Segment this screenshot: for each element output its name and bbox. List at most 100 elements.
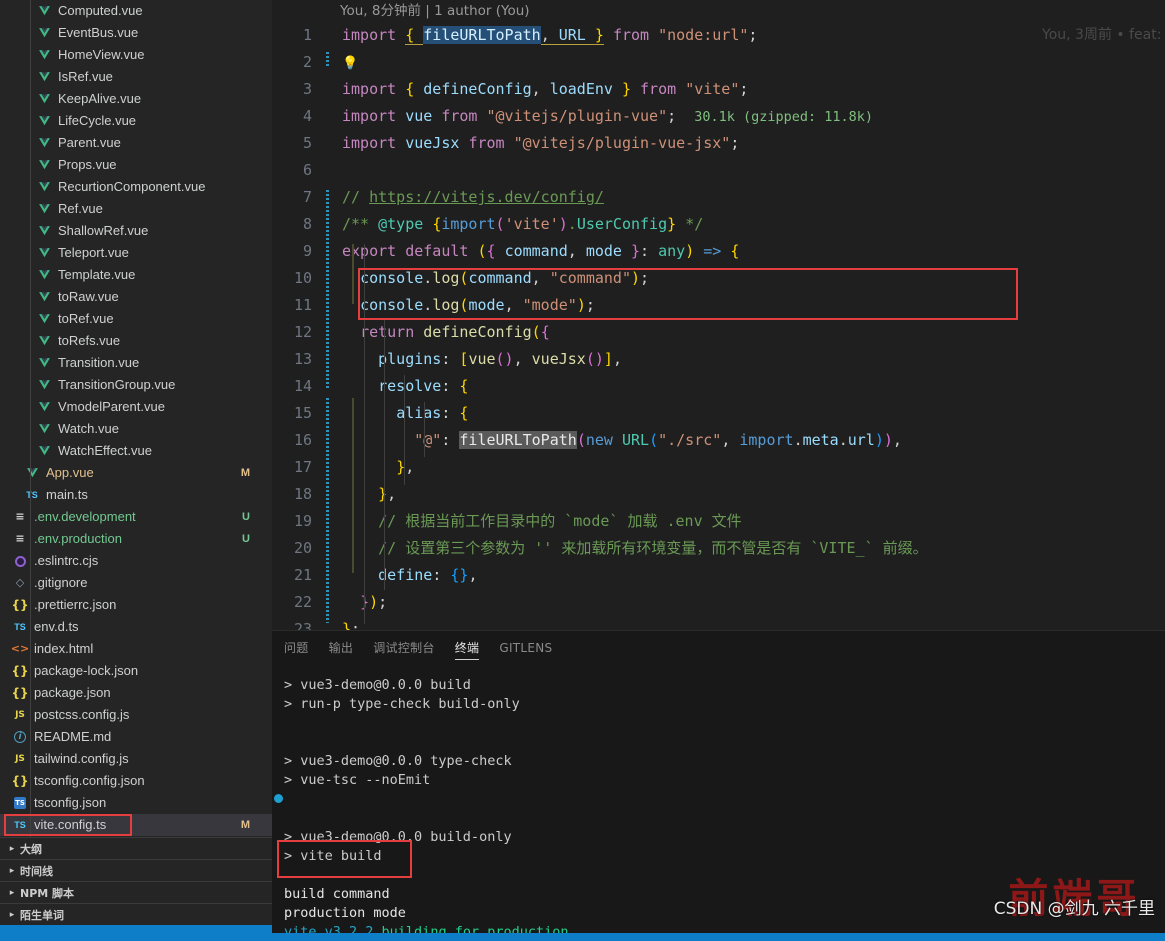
tree-item-vite-config-ts[interactable]: TS vite.config.ts M: [0, 814, 272, 836]
code-line[interactable]: 17 },: [272, 454, 1165, 481]
explorer-sidebar: Computed.vue EventBus.vue HomeView.vue IsRe…: [0, 0, 272, 933]
tree-item-parent-vue[interactable]: Parent.vue: [0, 132, 272, 154]
code-line[interactable]: 4 import vue from "@vitejs/plugin-vue"; 3…: [272, 103, 1165, 130]
panel-tab-1[interactable]: 输出: [329, 631, 354, 666]
code-line[interactable]: 20 // 设置第三个参数为 '' 来加载所有环境变量，而不管是否有 `VITE…: [272, 535, 1165, 562]
tree-item-app-vue[interactable]: App.vue M: [0, 462, 272, 484]
terminal-output[interactable]: > vue3-demo@0.0.0 build > run-p type-chec…: [272, 666, 1165, 933]
code-line[interactable]: 16 "@": fileURLToPath(new URL("./src", i…: [272, 427, 1165, 454]
tree-item-watcheffect-vue[interactable]: WatchEffect.vue: [0, 440, 272, 462]
tree-item--gitignore[interactable]: ◇ .gitignore: [0, 572, 272, 594]
tree-item-label: tsconfig.json: [34, 795, 107, 810]
code-line[interactable]: 3 import { defineConfig, loadEnv } from "…: [272, 76, 1165, 103]
panel-tab-2[interactable]: 调试控制台: [373, 631, 435, 666]
tree-item-toraw-vue[interactable]: toRaw.vue: [0, 286, 272, 308]
code-line[interactable]: 7 // https://vitejs.dev/config/: [272, 184, 1165, 211]
code-line[interactable]: 14 resolve: {: [272, 373, 1165, 400]
tree-item-transition-vue[interactable]: Transition.vue: [0, 352, 272, 374]
code-line[interactable]: 6: [272, 157, 1165, 184]
tree-item-label: Parent.vue: [58, 135, 121, 150]
tree-item-vmodelparent-vue[interactable]: VmodelParent.vue: [0, 396, 272, 418]
tree-item-index-html[interactable]: <> index.html: [0, 638, 272, 660]
tree-item-tailwind-config-js[interactable]: JS tailwind.config.js: [0, 748, 272, 770]
tree-item-teleport-vue[interactable]: Teleport.vue: [0, 242, 272, 264]
tree-item-recurtioncomponent-vue[interactable]: RecurtionComponent.vue: [0, 176, 272, 198]
code-line[interactable]: 9 export default ({ command, mode }: any)…: [272, 238, 1165, 265]
sidebar-section-label: 时间线: [20, 864, 53, 878]
tree-item-transitiongroup-vue[interactable]: TransitionGroup.vue: [0, 374, 272, 396]
tree-item-label: tsconfig.config.json: [34, 773, 145, 788]
code-line[interactable]: 15 alias: {: [272, 400, 1165, 427]
tree-item--prettierrc-json[interactable]: {} .prettierrc.json: [0, 594, 272, 616]
tree-item-watch-vue[interactable]: Watch.vue: [0, 418, 272, 440]
tree-item-yarn-lock[interactable]: ♟yarn.lock: [0, 836, 272, 838]
tree-item-env-d-ts[interactable]: TS env.d.ts: [0, 616, 272, 638]
line-number: 13: [293, 350, 312, 368]
indent-guide: [30, 198, 31, 220]
code-line[interactable]: 10 console.log(command, "command");: [272, 265, 1165, 292]
vue-icon: [36, 113, 52, 129]
tree-item-package-lock-json[interactable]: {} package-lock.json: [0, 660, 272, 682]
tree-item-label: RecurtionComponent.vue: [58, 179, 206, 194]
code-line[interactable]: 5 import vueJsx from "@vitejs/plugin-vue-…: [272, 130, 1165, 157]
tree-item--env-production[interactable]: ≡ .env.production U: [0, 528, 272, 550]
tsj-icon: TS: [14, 797, 26, 809]
indent-guide: [30, 748, 31, 770]
tree-item-torefs-vue[interactable]: toRefs.vue: [0, 330, 272, 352]
tree-item-shallowref-vue[interactable]: ShallowRef.vue: [0, 220, 272, 242]
code-line[interactable]: 13 plugins: [vue(), vueJsx()],: [272, 346, 1165, 373]
code-lines[interactable]: 1 import { fileURLToPath, URL } from "nod…: [272, 22, 1165, 630]
code-line[interactable]: 19 // 根据当前工作目录中的 `mode` 加载 .env 文件: [272, 508, 1165, 535]
terminal-line: vite v3.2.2 building for production...: [284, 924, 593, 933]
tree-item-isref-vue[interactable]: IsRef.vue: [0, 66, 272, 88]
code-line[interactable]: 18 },: [272, 481, 1165, 508]
code-line[interactable]: 2 💡: [272, 49, 1165, 76]
sidebar-section-3[interactable]: ▸ 陌生单词: [0, 903, 272, 925]
tree-item-label: postcss.config.js: [34, 707, 130, 722]
line-number: 16: [293, 431, 312, 449]
tree-item--env-development[interactable]: ≡ .env.development U: [0, 506, 272, 528]
tree-item-eventbus-vue[interactable]: EventBus.vue: [0, 22, 272, 44]
tree-item-readme-md[interactable]: i README.md: [0, 726, 272, 748]
tree-item-postcss-config-js[interactable]: JS postcss.config.js: [0, 704, 272, 726]
tree-item-homeview-vue[interactable]: HomeView.vue: [0, 44, 272, 66]
file-tree[interactable]: Computed.vue EventBus.vue HomeView.vue IsRe…: [0, 0, 272, 838]
sidebar-section-1[interactable]: ▸ 时间线: [0, 859, 272, 881]
code-line[interactable]: 11 console.log(mode, "mode");: [272, 292, 1165, 319]
tree-item-tsconfig-json[interactable]: TS tsconfig.json: [0, 792, 272, 814]
tree-item-tsconfig-config-json[interactable]: {} tsconfig.config.json: [0, 770, 272, 792]
code-line[interactable]: 12 return defineConfig({: [272, 319, 1165, 346]
tree-item-label: .env.development: [34, 509, 136, 524]
panel-tab-3[interactable]: 终端: [454, 631, 480, 666]
code-line[interactable]: 8 /** @type {import('vite').UserConfig} *…: [272, 211, 1165, 238]
tree-item-computed-vue[interactable]: Computed.vue: [0, 0, 272, 22]
line-number: 20: [293, 539, 312, 557]
code-editor[interactable]: You, 8分钟前 | 1 author (You) 1 import { fil…: [272, 0, 1165, 630]
tree-item-props-vue[interactable]: Props.vue: [0, 154, 272, 176]
code-line[interactable]: 21 define: {},: [272, 562, 1165, 589]
sidebar-section-0[interactable]: ▸ 大纲: [0, 837, 272, 859]
code-text: resolve: {: [378, 377, 469, 395]
code-line[interactable]: 22 });: [272, 589, 1165, 616]
sidebar-section-2[interactable]: ▸ NPM 脚本: [0, 881, 272, 903]
tree-item-template-vue[interactable]: Template.vue: [0, 264, 272, 286]
panel-tab-0[interactable]: 问题: [284, 631, 309, 666]
tree-item-label: toRef.vue: [58, 311, 114, 326]
line-number: 17: [293, 458, 312, 476]
tree-item--eslintrc-cjs[interactable]: .eslintrc.cjs: [0, 550, 272, 572]
tree-item-label: .env.production: [34, 531, 122, 546]
code-line[interactable]: 1 import { fileURLToPath, URL } from "nod…: [272, 22, 1165, 49]
tree-item-toref-vue[interactable]: toRef.vue: [0, 308, 272, 330]
tree-item-keepalive-vue[interactable]: KeepAlive.vue: [0, 88, 272, 110]
code-line[interactable]: 23};: [272, 616, 1165, 630]
tree-item-lifecycle-vue[interactable]: LifeCycle.vue: [0, 110, 272, 132]
code-text: },: [396, 458, 415, 476]
panel-tab-4[interactable]: GITLENS: [499, 631, 552, 666]
indent-guide-2: [384, 320, 385, 590]
panel-tabs[interactable]: 问题 输出 调试控制台 终端 GITLENS: [272, 631, 1165, 666]
tree-item-package-json[interactable]: {} package.json: [0, 682, 272, 704]
tree-item-label: env.d.ts: [34, 619, 79, 634]
status-bar[interactable]: [0, 933, 1165, 941]
tree-item-ref-vue[interactable]: Ref.vue: [0, 198, 272, 220]
tree-item-main-ts[interactable]: TS main.ts: [0, 484, 272, 506]
